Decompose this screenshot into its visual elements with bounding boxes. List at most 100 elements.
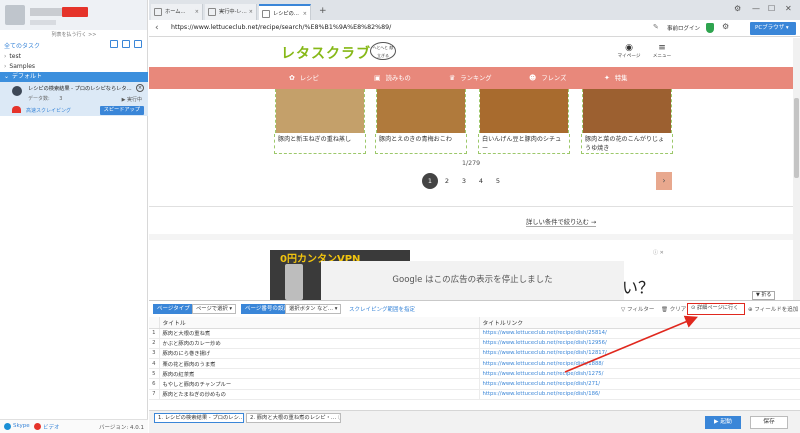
- table-row[interactable]: 5 豚肉の紅茶煮 https://www.lettuceclub.net/recip…: [149, 368, 800, 380]
- edit-icon[interactable]: ✎: [653, 23, 659, 31]
- page-4[interactable]: 4: [473, 173, 489, 189]
- new-task-icon[interactable]: [110, 40, 118, 48]
- table-row[interactable]: 7 豚肉とたまねぎの炒めもの https://www.lettuceclub.net…: [149, 389, 800, 400]
- speed-up-button[interactable]: スピードアップ: [99, 106, 144, 115]
- task-name: レシピの検索結果 - プロのレシピならレタ…: [28, 86, 132, 92]
- minimize-icon[interactable]: —: [752, 4, 760, 13]
- website: レタスクラブ へとへと 献立ぎる ◉ マイページ ≡ メニュー ✿ レシピ ▣ 読みもの…: [149, 38, 800, 300]
- nav-friends[interactable]: ☻ フレンズ: [529, 67, 566, 89]
- task-tree: › test › Samples ⌄ デフォルト: [0, 52, 148, 82]
- browser-mode-button[interactable]: PCブラウザ ▾: [750, 22, 796, 35]
- nav-feature[interactable]: ✦ 特集: [604, 67, 627, 89]
- tab-recipe[interactable]: レシピの… ×: [259, 4, 311, 20]
- pre-login-button[interactable]: 事前ログイン: [667, 24, 700, 32]
- recipe-card-image[interactable]: [582, 89, 672, 133]
- video-link[interactable]: ビデオ: [43, 423, 60, 431]
- tree-node-samples[interactable]: › Samples: [0, 62, 148, 72]
- table-row[interactable]: 3 豚肉のにら巻き揚げ https://www.lettuceclub.net/re…: [149, 348, 800, 360]
- page-type-label: ページタイプ: [153, 304, 194, 314]
- nav-read[interactable]: ▣ 読みもの: [374, 67, 411, 89]
- detail-filter-link[interactable]: 詳しい条件で絞り込む →: [526, 217, 597, 227]
- export-icon[interactable]: [134, 40, 142, 48]
- scroll-thumb[interactable]: [794, 98, 799, 178]
- tab-home[interactable]: ホーム… ×: [151, 4, 203, 20]
- nav-recipe[interactable]: ✿ レシピ: [289, 67, 319, 89]
- web-view[interactable]: レタスクラブ へとへと 献立ぎる ◉ マイページ ≡ メニュー ✿ レシピ ▣ 読みもの…: [149, 38, 800, 300]
- bottom-bar: 1. レシピの検索結果 - プロのレシ… 2. 豚肉と大根の重ね煮のレシピ・… …: [149, 410, 800, 433]
- close-icon[interactable]: ×: [136, 84, 144, 92]
- column-title-link[interactable]: タイトルリンク: [479, 317, 800, 329]
- all-tasks-label[interactable]: 全てのタスク: [4, 41, 40, 50]
- page-3[interactable]: 3: [456, 173, 472, 189]
- skype-link[interactable]: Skype: [13, 423, 30, 429]
- table-header: タイトル タイトルリンク: [149, 317, 800, 329]
- filter-button[interactable]: ▽ フィルター: [621, 305, 654, 313]
- table-row[interactable]: 6 もやしと豚肉のチャンプルー https://www.lettuceclub.ne…: [149, 378, 800, 390]
- account-link-redacted[interactable]: [30, 20, 56, 25]
- import-icon[interactable]: [122, 40, 130, 48]
- close-window-icon[interactable]: ✕: [785, 4, 792, 13]
- page-number-select[interactable]: 選択ボタン など… ▾: [285, 304, 342, 314]
- recipe-card-image[interactable]: [275, 89, 365, 133]
- shield-icon[interactable]: [706, 23, 714, 33]
- nav-ranking[interactable]: ♛ ランキング: [449, 67, 492, 89]
- menu-button[interactable]: ≡ メニュー: [647, 43, 677, 59]
- recipe-card-title[interactable]: 豚肉と新玉ねぎの重ね蒸し: [274, 134, 366, 154]
- fast-scraping-link[interactable]: 高速スクレイピング: [26, 107, 71, 114]
- url-field[interactable]: https://www.lettuceclub.net/recipe/searc…: [171, 24, 391, 31]
- scrape-range-link[interactable]: スクレイピング範囲を指定: [349, 305, 415, 313]
- username-redacted: [30, 8, 62, 16]
- skype-icon[interactable]: [4, 423, 11, 430]
- settings-icon[interactable]: ⚙: [734, 4, 741, 13]
- vertical-scrollbar[interactable]: [793, 38, 800, 300]
- site-logo[interactable]: レタスクラブ: [281, 43, 371, 63]
- tab-running[interactable]: 実行中-レ… ×: [205, 4, 257, 20]
- user-icon: ◉: [625, 43, 633, 53]
- close-icon[interactable]: ×: [303, 6, 307, 20]
- video-icon[interactable]: [34, 423, 41, 430]
- new-tab-button[interactable]: +: [319, 4, 327, 18]
- maximize-icon[interactable]: ☐: [768, 4, 775, 13]
- run-button[interactable]: ▶ 起動: [705, 416, 741, 429]
- running-status: ▶ 実行中: [121, 97, 142, 103]
- table-row[interactable]: 1 豚肉と大根の重ね煮 https://www.lettuceclub.net/re…: [149, 328, 800, 339]
- flow-tab-2[interactable]: 2. 豚肉と大根の重ね煮のレシピ・… ⓘ: [246, 413, 341, 423]
- page-type-select[interactable]: ページで選択 ▾: [192, 304, 237, 314]
- page-2[interactable]: 2: [439, 173, 455, 189]
- avatar[interactable]: [5, 5, 25, 25]
- fold-button[interactable]: ▼ 折る: [752, 291, 776, 300]
- next-page-button[interactable]: ›: [656, 172, 672, 190]
- mypage-button[interactable]: ◉ マイページ: [614, 43, 644, 59]
- folder-icon: ›: [4, 63, 7, 70]
- recipe-card-image[interactable]: [479, 89, 569, 133]
- ad-choices-icon[interactable]: ⓘ ✕: [653, 249, 664, 256]
- collapse-panel-link[interactable]: 列表を払う行く >>: [0, 31, 148, 38]
- clear-button[interactable]: 🗑 クリア: [661, 305, 686, 313]
- add-field-button[interactable]: ⊕ フィールドを追加: [748, 305, 798, 313]
- tree-node-default[interactable]: ⌄ デフォルト: [0, 72, 148, 82]
- back-icon[interactable]: ‹: [155, 23, 159, 33]
- close-icon[interactable]: ×: [249, 4, 253, 20]
- table-row[interactable]: 4 栗の花と豚肉のうま煮 https://www.lettuceclub.net/r…: [149, 358, 800, 370]
- page-1[interactable]: 1: [422, 173, 438, 189]
- tree-node-test[interactable]: › test: [0, 52, 148, 62]
- close-icon[interactable]: ×: [195, 4, 199, 20]
- read-icon: ▣: [374, 74, 381, 82]
- recipe-card-title[interactable]: 豚肉と菜の花のこんがりじょうゆ焼き: [581, 134, 673, 154]
- address-bar: ‹ https://www.lettuceclub.net/recipe/sea…: [149, 20, 800, 37]
- ranking-icon: ♛: [449, 74, 456, 82]
- account-badge[interactable]: [62, 7, 88, 17]
- page-count: 1/279: [462, 160, 481, 167]
- recipe-card-image[interactable]: [376, 89, 466, 133]
- recipe-card-title[interactable]: 豚肉とえのきの青梅おこわ: [375, 134, 467, 154]
- menu-icon: ≡: [658, 43, 666, 53]
- page-5[interactable]: 5: [490, 173, 506, 189]
- go-detail-page-button[interactable]: ⊙ 詳細ページに行く: [687, 303, 745, 315]
- task-item[interactable]: レシピの検索結果 - プロのレシピならレタ… × データ数: 3 ▶ 実行中 高…: [0, 82, 148, 116]
- flow-tab-1[interactable]: 1. レシピの検索結果 - プロのレシ…: [154, 413, 244, 423]
- gear-icon[interactable]: ⚙: [722, 22, 729, 31]
- recipe-card-title[interactable]: 白いんげん豆と豚肉のシチュー: [478, 134, 570, 154]
- column-title[interactable]: タイトル: [159, 317, 480, 329]
- table-row[interactable]: 2 かぶと豚肉のカレー炒め https://www.lettuceclub.net/…: [149, 338, 800, 349]
- save-button[interactable]: 保存: [750, 416, 788, 429]
